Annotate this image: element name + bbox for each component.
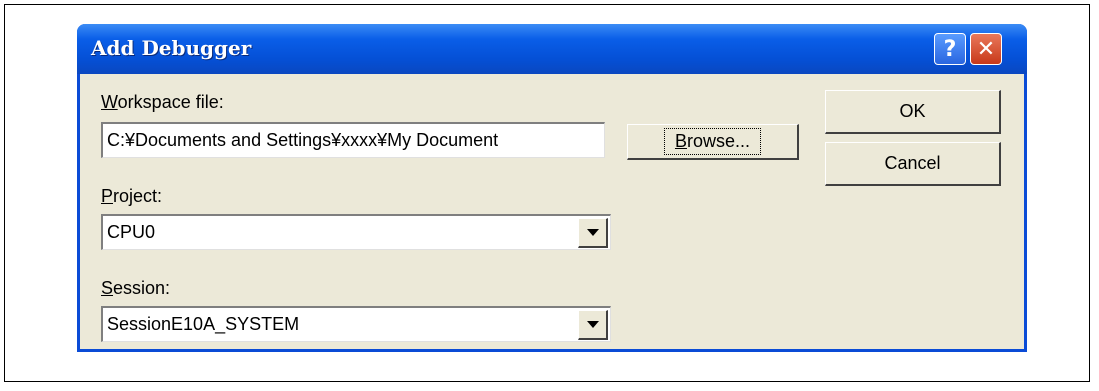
session-value: SessionE10A_SYSTEM <box>107 314 300 334</box>
help-button[interactable]: ? <box>934 33 966 65</box>
browse-button[interactable]: Browse... <box>627 124 799 160</box>
chevron-down-icon <box>586 321 599 328</box>
session-dropdown-button[interactable] <box>578 310 608 340</box>
ok-button[interactable]: OK <box>825 90 1001 134</box>
workspace-file-value: C:¥Documents and Settings¥xxxx¥My Docume… <box>107 130 499 150</box>
workspace-file-input[interactable]: C:¥Documents and Settings¥xxxx¥My Docume… <box>101 122 605 158</box>
cancel-label: Cancel <box>884 153 941 173</box>
session-select[interactable]: SessionE10A_SYSTEM <box>101 306 611 342</box>
close-button[interactable]: ✕ <box>970 33 1002 65</box>
ok-label: OK <box>899 101 926 121</box>
session-label: Session: <box>101 278 171 298</box>
browse-label: Browse... <box>663 128 762 155</box>
title-bar[interactable]: Add Debugger ? ✕ <box>77 24 1027 74</box>
workspace-file-label: Workspace file: <box>101 92 224 112</box>
project-select[interactable]: CPU0 <box>101 214 611 250</box>
close-icon: ✕ <box>976 36 996 62</box>
project-value: CPU0 <box>107 222 156 242</box>
dialog-title: Add Debugger <box>91 36 252 60</box>
help-icon: ? <box>943 36 957 62</box>
project-dropdown-button[interactable] <box>578 218 608 248</box>
chevron-down-icon <box>586 229 599 236</box>
project-label: Project: <box>101 186 163 206</box>
add-debugger-dialog: Add Debugger ? ✕ Workspace file: C:¥Docu… <box>77 24 1027 352</box>
cancel-button[interactable]: Cancel <box>825 142 1001 186</box>
